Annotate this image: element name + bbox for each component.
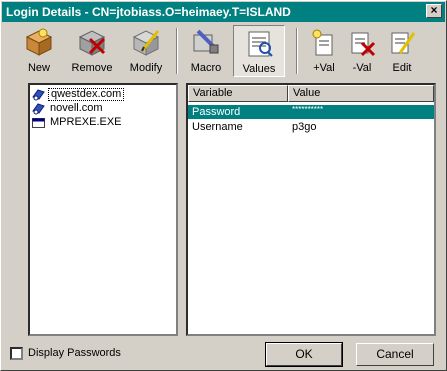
ok-label: OK	[295, 347, 313, 361]
close-icon: ×	[430, 3, 438, 17]
remove-value-button[interactable]: -Val	[345, 25, 379, 77]
toolbar-separator	[176, 28, 178, 74]
checkbox-box[interactable]	[10, 347, 23, 360]
toolbar-separator	[296, 28, 298, 74]
new-button[interactable]: New	[19, 25, 59, 77]
value-cell: p3go	[292, 121, 317, 133]
window-title: Login Details - CN=jtobiass.O=heimaey.T=…	[6, 5, 291, 19]
remove-value-label: -Val	[352, 62, 372, 74]
tree-item-label: MPREXE.EXE	[50, 116, 122, 128]
variable-cell: Username	[192, 121, 243, 133]
macro-label: Macro	[190, 62, 222, 74]
modify-button[interactable]: Modify	[124, 25, 168, 77]
modify-box-icon	[132, 30, 160, 56]
close-button[interactable]: ×	[426, 4, 442, 18]
tree-item-label: qwestdex.com	[48, 88, 125, 101]
remove-label: Remove	[71, 62, 113, 74]
add-value-button[interactable]: +Val	[307, 25, 341, 77]
toolbar: New Remove Modify Macro Values +Val -Val…	[1, 23, 446, 79]
column-header-variable[interactable]: Variable	[188, 85, 288, 102]
edit-value-icon	[391, 32, 416, 54]
window-icon	[32, 118, 45, 128]
display-passwords-label: Display Passwords	[28, 347, 121, 359]
table-row[interactable]: Password **********	[188, 105, 434, 119]
edit-value-label: Edit	[392, 62, 412, 74]
new-box-icon	[25, 28, 53, 56]
login-details-window: Login Details - CN=jtobiass.O=heimaey.T=…	[0, 0, 447, 371]
macro-button[interactable]: Macro	[184, 25, 228, 77]
value-cell: **********	[292, 105, 324, 114]
modify-label: Modify	[129, 62, 163, 74]
title-bar[interactable]: Login Details - CN=jtobiass.O=heimaey.T=…	[2, 2, 445, 22]
add-value-label: +Val	[313, 62, 335, 74]
edit-value-button[interactable]: Edit	[385, 25, 419, 77]
server-icon	[32, 103, 45, 115]
cancel-label: Cancel	[376, 347, 414, 361]
values-button[interactable]: Values	[233, 25, 285, 77]
new-label: New	[27, 62, 50, 74]
variable-cell: Password	[192, 106, 241, 118]
add-value-icon	[312, 29, 333, 56]
values-icon	[248, 31, 273, 57]
remove-button[interactable]: Remove	[68, 25, 116, 77]
login-tree[interactable]: qwestdex.com novell.com MPREXE.EXE	[28, 83, 178, 336]
values-label: Values	[242, 63, 276, 75]
remove-value-icon	[351, 32, 376, 57]
column-header-label: Value	[293, 87, 321, 99]
ok-button[interactable]: OK	[265, 342, 343, 367]
server-icon	[32, 89, 45, 101]
column-header-value[interactable]: Value	[288, 85, 434, 102]
table-row[interactable]: Username p3go	[188, 120, 434, 134]
values-list[interactable]: Variable Value Password ********** Usern…	[186, 83, 436, 336]
column-header-label: Variable	[193, 87, 233, 99]
macro-icon	[193, 29, 219, 54]
tree-item-label: novell.com	[50, 102, 103, 114]
remove-box-icon	[78, 30, 106, 56]
cancel-button[interactable]: Cancel	[356, 343, 434, 366]
